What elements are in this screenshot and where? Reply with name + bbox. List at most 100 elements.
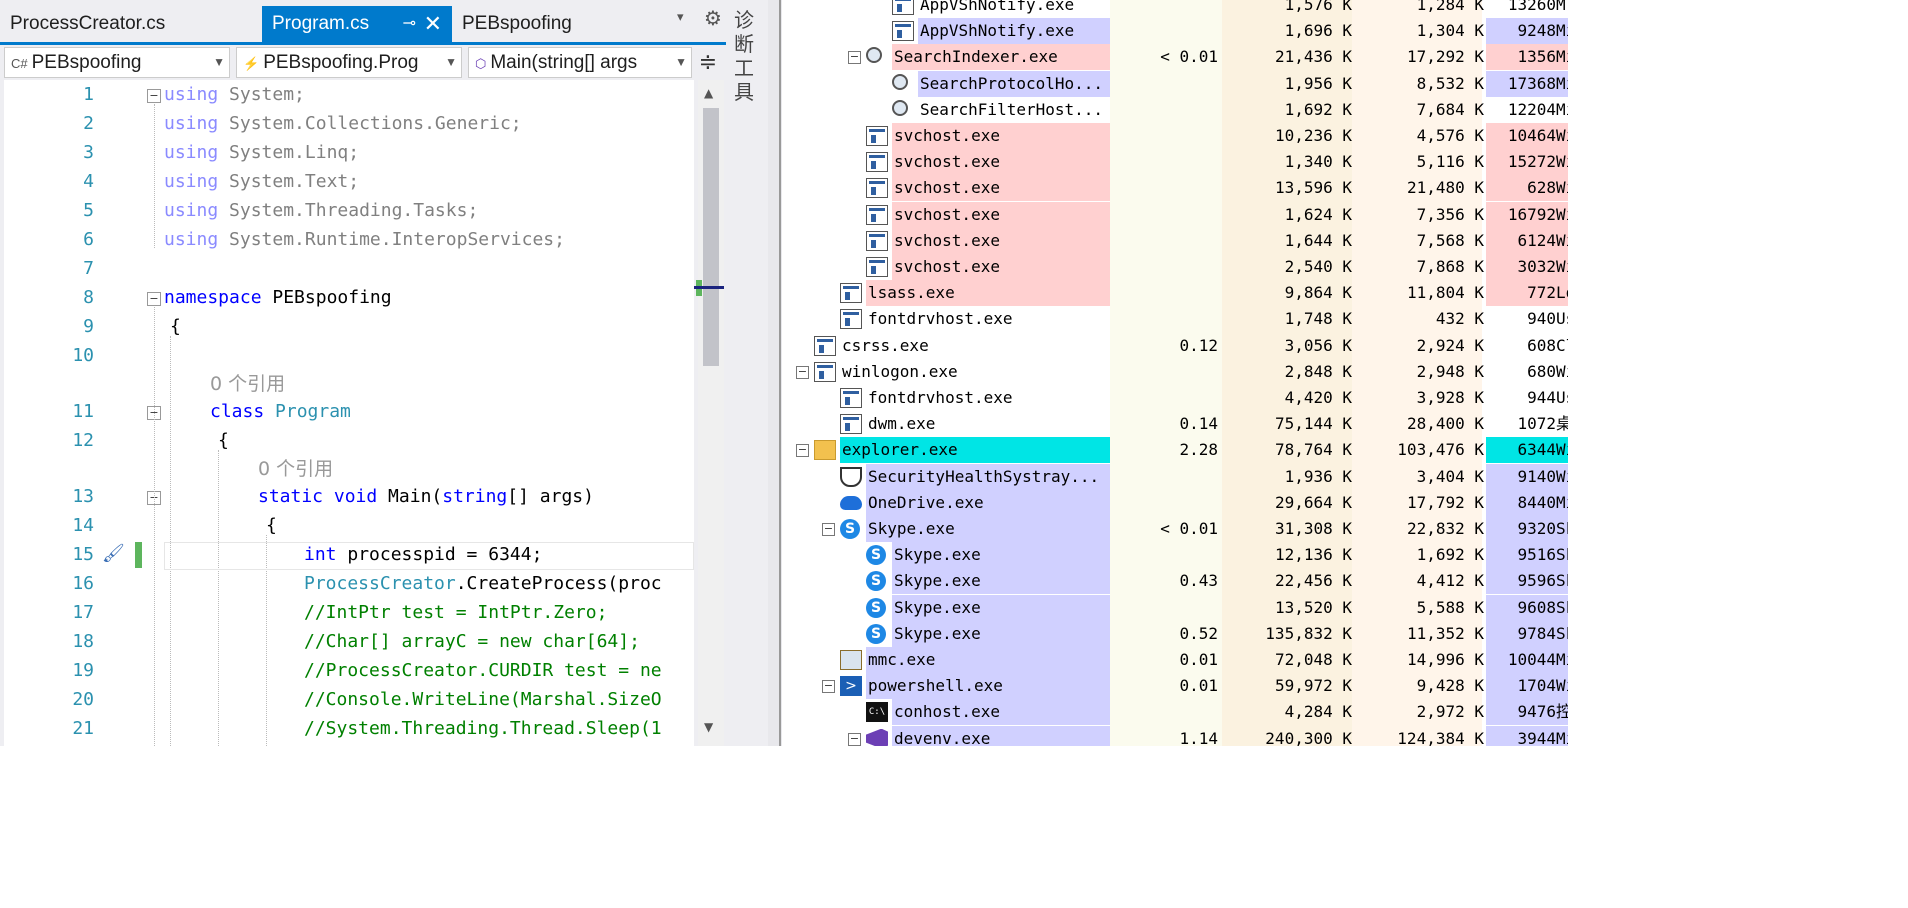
navigation-bar: C# PEBspoofing ▼ ⚡ PEBspoofing.Prog ▼ ⬡ Mai…	[0, 45, 726, 80]
split-editor-button[interactable]: ≑	[694, 49, 722, 77]
process-pid: 10044	[1507, 650, 1556, 669]
scroll-up-arrow-icon[interactable]: ▲	[704, 86, 713, 100]
code-line-20: //Console.WriteLine(Marshal.SizeO	[304, 689, 662, 710]
process-working-set: 103,476 K	[1397, 440, 1484, 460]
process-row[interactable]: svchost.exe 13,596 K 21,480 K 628Wi	[782, 175, 1568, 202]
process-working-set: 17,292 K	[1406, 47, 1484, 67]
process-row[interactable]: dwm.exe 0.14 75,144 K 28,400 K 1072 桌	[782, 411, 1568, 438]
collapse-icon[interactable]: −	[147, 89, 161, 103]
tree-collapse-icon[interactable]: −	[822, 680, 835, 694]
process-row[interactable]: − devenv.exe 1.14 240,300 K 124,384 K 3944Mi	[782, 725, 1568, 746]
process-row[interactable]: lsass.exe 9,864 K 11,804 K 772Lo	[782, 280, 1568, 307]
process-cpu	[1114, 542, 1218, 568]
process-row[interactable]: S Skype.exe 0.43 22,456 K 4,412 K 9596Sk	[782, 568, 1568, 595]
process-name: Skype.exe	[868, 519, 955, 538]
process-row[interactable]: svchost.exe 10,236 K 4,576 K 10464Wi	[782, 123, 1568, 149]
process-cpu	[1114, 280, 1218, 306]
process-row[interactable]: SecurityHealthSystray... 1,936 K 3,404 K 91…	[782, 463, 1568, 490]
process-row[interactable]: S Skype.exe 13,520 K 5,588 K 9608Sk	[782, 594, 1568, 621]
process-cpu: 0.14	[1179, 414, 1218, 434]
project-dropdown[interactable]: C# PEBspoofing ▼	[4, 47, 230, 78]
process-row[interactable]: SearchProtocolHo... 1,956 K 8,532 K 17368Mi	[782, 70, 1568, 97]
tree-collapse-icon[interactable]: −	[796, 365, 809, 379]
process-row[interactable]: S Skype.exe 0.52 135,832 K 11,352 K 9784Sk	[782, 620, 1568, 647]
process-row[interactable]: − explorer.exe 2.28 78,764 K 103,476 K 6344Wi	[782, 437, 1568, 464]
process-working-set: 1,692 K	[1416, 545, 1484, 565]
process-row[interactable]: SearchFilterHost... 1,692 K 7,684 K 12204Mi	[782, 96, 1568, 123]
process-cpu	[1114, 123, 1218, 149]
line-number: 8	[83, 287, 94, 308]
process-row[interactable]: AppVShNotify.exe 1,696 K 1,304 K 9248Mi	[782, 18, 1568, 45]
process-pid: 1072	[1517, 414, 1556, 434]
process-pid: 6344	[1517, 440, 1556, 460]
line-number: 20	[72, 689, 94, 710]
process-private-bytes: 2,848 K	[1284, 361, 1352, 381]
chevron-down-icon: ▼	[675, 55, 687, 69]
process-working-set: 124,384 K	[1397, 728, 1484, 746]
process-description: Wi	[1556, 361, 1568, 381]
process-row[interactable]: S Skype.exe 12,136 K 1,692 K 9516Sk	[782, 542, 1568, 569]
process-row[interactable]: − winlogon.exe 2,848 K 2,948 K 680Wi	[782, 358, 1568, 385]
process-row[interactable]: − SearchIndexer.exe < 0.01 21,436 K 17,292 K…	[782, 44, 1568, 71]
process-cpu: 0.01	[1179, 676, 1218, 696]
code-line-19: //ProcessCreator.CURDIR test = ne	[304, 660, 662, 681]
process-row[interactable]: csrss.exe 0.12 3,056 K 2,924 K 608Cl	[782, 332, 1568, 359]
codelens-references[interactable]: 0 个引用	[258, 454, 333, 481]
line-number: 9	[83, 316, 94, 337]
scroll-down-arrow-icon[interactable]: ▼	[704, 720, 713, 734]
tree-collapse-icon[interactable]: −	[848, 51, 861, 65]
class-dropdown[interactable]: ⚡ PEBspoofing.Prog ▼	[236, 47, 462, 78]
code-line-8: namespace PEBspoofing	[164, 287, 392, 308]
gear-icon[interactable]: ⚙	[704, 6, 722, 30]
visual-studio-icon	[866, 728, 888, 746]
process-pid: 1356	[1517, 47, 1556, 67]
process-row[interactable]: svchost.exe 1,624 K 7,356 K 16792Wi	[782, 201, 1568, 228]
process-row[interactable]: fontdrvhost.exe 4,420 K 3,928 K 944Us	[782, 385, 1568, 411]
scrollbar-thumb[interactable]	[703, 108, 719, 366]
collapse-icon[interactable]: −	[147, 292, 161, 306]
process-pid: 1704	[1517, 676, 1556, 696]
line-number: 12	[72, 430, 94, 451]
process-name: AppVShNotify.exe	[920, 21, 1075, 41]
process-row[interactable]: C:\ conhost.exe 4,284 K 2,972 K 9476 控	[782, 699, 1568, 726]
tree-collapse-icon[interactable]: −	[796, 444, 809, 458]
process-working-set: 5,588 K	[1416, 597, 1484, 617]
process-row[interactable]: fontdrvhost.exe 1,748 K 432 K 940Us	[782, 306, 1568, 333]
close-icon[interactable]: ✕	[424, 6, 442, 42]
tab-processcreator[interactable]: ProcessCreator.cs	[0, 6, 262, 42]
tab-program[interactable]: Program.cs ⊸ ✕	[262, 6, 452, 42]
process-row[interactable]: − > powershell.exe 0.01 59,972 K 9,428 K 1704 W…	[782, 673, 1568, 700]
process-private-bytes: 59,972 K	[1274, 676, 1352, 696]
process-working-set: 17,792 K	[1406, 492, 1484, 512]
tab-pebspoofing[interactable]: PEBspoofing	[452, 6, 652, 42]
process-row[interactable]: svchost.exe 1,340 K 5,116 K 15272Wi	[782, 149, 1568, 176]
process-row[interactable]: AppVShNotify.exe 1,576 K 1,284 K 13260 M	[782, 0, 1568, 18]
tree-collapse-icon[interactable]: −	[848, 732, 861, 746]
code-line-2: using System.Collections.Generic;	[164, 113, 522, 134]
process-working-set: 9,428 K	[1416, 676, 1484, 696]
process-row[interactable]: −S Skype.exe < 0.01 31,308 K 22,832 K 9320Sk	[782, 516, 1568, 542]
member-dropdown[interactable]: ⬡ Main(string[] args ▼	[468, 47, 692, 78]
tab-overflow-icon[interactable]: ▾	[677, 10, 684, 25]
console-icon: C:\	[866, 702, 888, 723]
process-description: Us	[1556, 388, 1568, 407]
tree-collapse-icon[interactable]: −	[822, 523, 835, 536]
diagnostic-tools-strip[interactable]: 诊断工具	[726, 0, 768, 746]
process-cpu	[1114, 175, 1218, 201]
process-name: SearchProtocolHo...	[920, 73, 1104, 93]
vertical-scrollbar[interactable]: ▲ ▼	[694, 80, 724, 746]
process-private-bytes: 1,644 K	[1284, 230, 1352, 250]
process-row[interactable]: mmc.exe 0.01 72,048 K 14,996 K 10044Mi	[782, 647, 1568, 673]
line-number: 6	[83, 229, 94, 250]
process-pid: 12204	[1507, 99, 1556, 119]
diagnostic-tools-tab[interactable]: 诊断工具	[734, 8, 760, 104]
process-name: winlogon.exe	[842, 361, 958, 381]
process-name: OneDrive.exe	[868, 492, 984, 512]
code-area[interactable]: 1 2 3 4 5 6 7 8 9 10 11 12 13 14 15 16 1…	[4, 80, 694, 746]
quick-actions-brush-icon[interactable]: 🖌	[102, 543, 125, 564]
process-row[interactable]: OneDrive.exe 29,664 K 17,792 K 8440Mi	[782, 489, 1568, 516]
codelens-references[interactable]: 0 个引用	[210, 369, 285, 396]
pin-icon[interactable]: ⊸	[403, 6, 416, 42]
process-row[interactable]: svchost.exe 2,540 K 7,868 K 3032Wi	[782, 254, 1568, 280]
process-row[interactable]: svchost.exe 1,644 K 7,568 K 6124Wi	[782, 227, 1568, 254]
